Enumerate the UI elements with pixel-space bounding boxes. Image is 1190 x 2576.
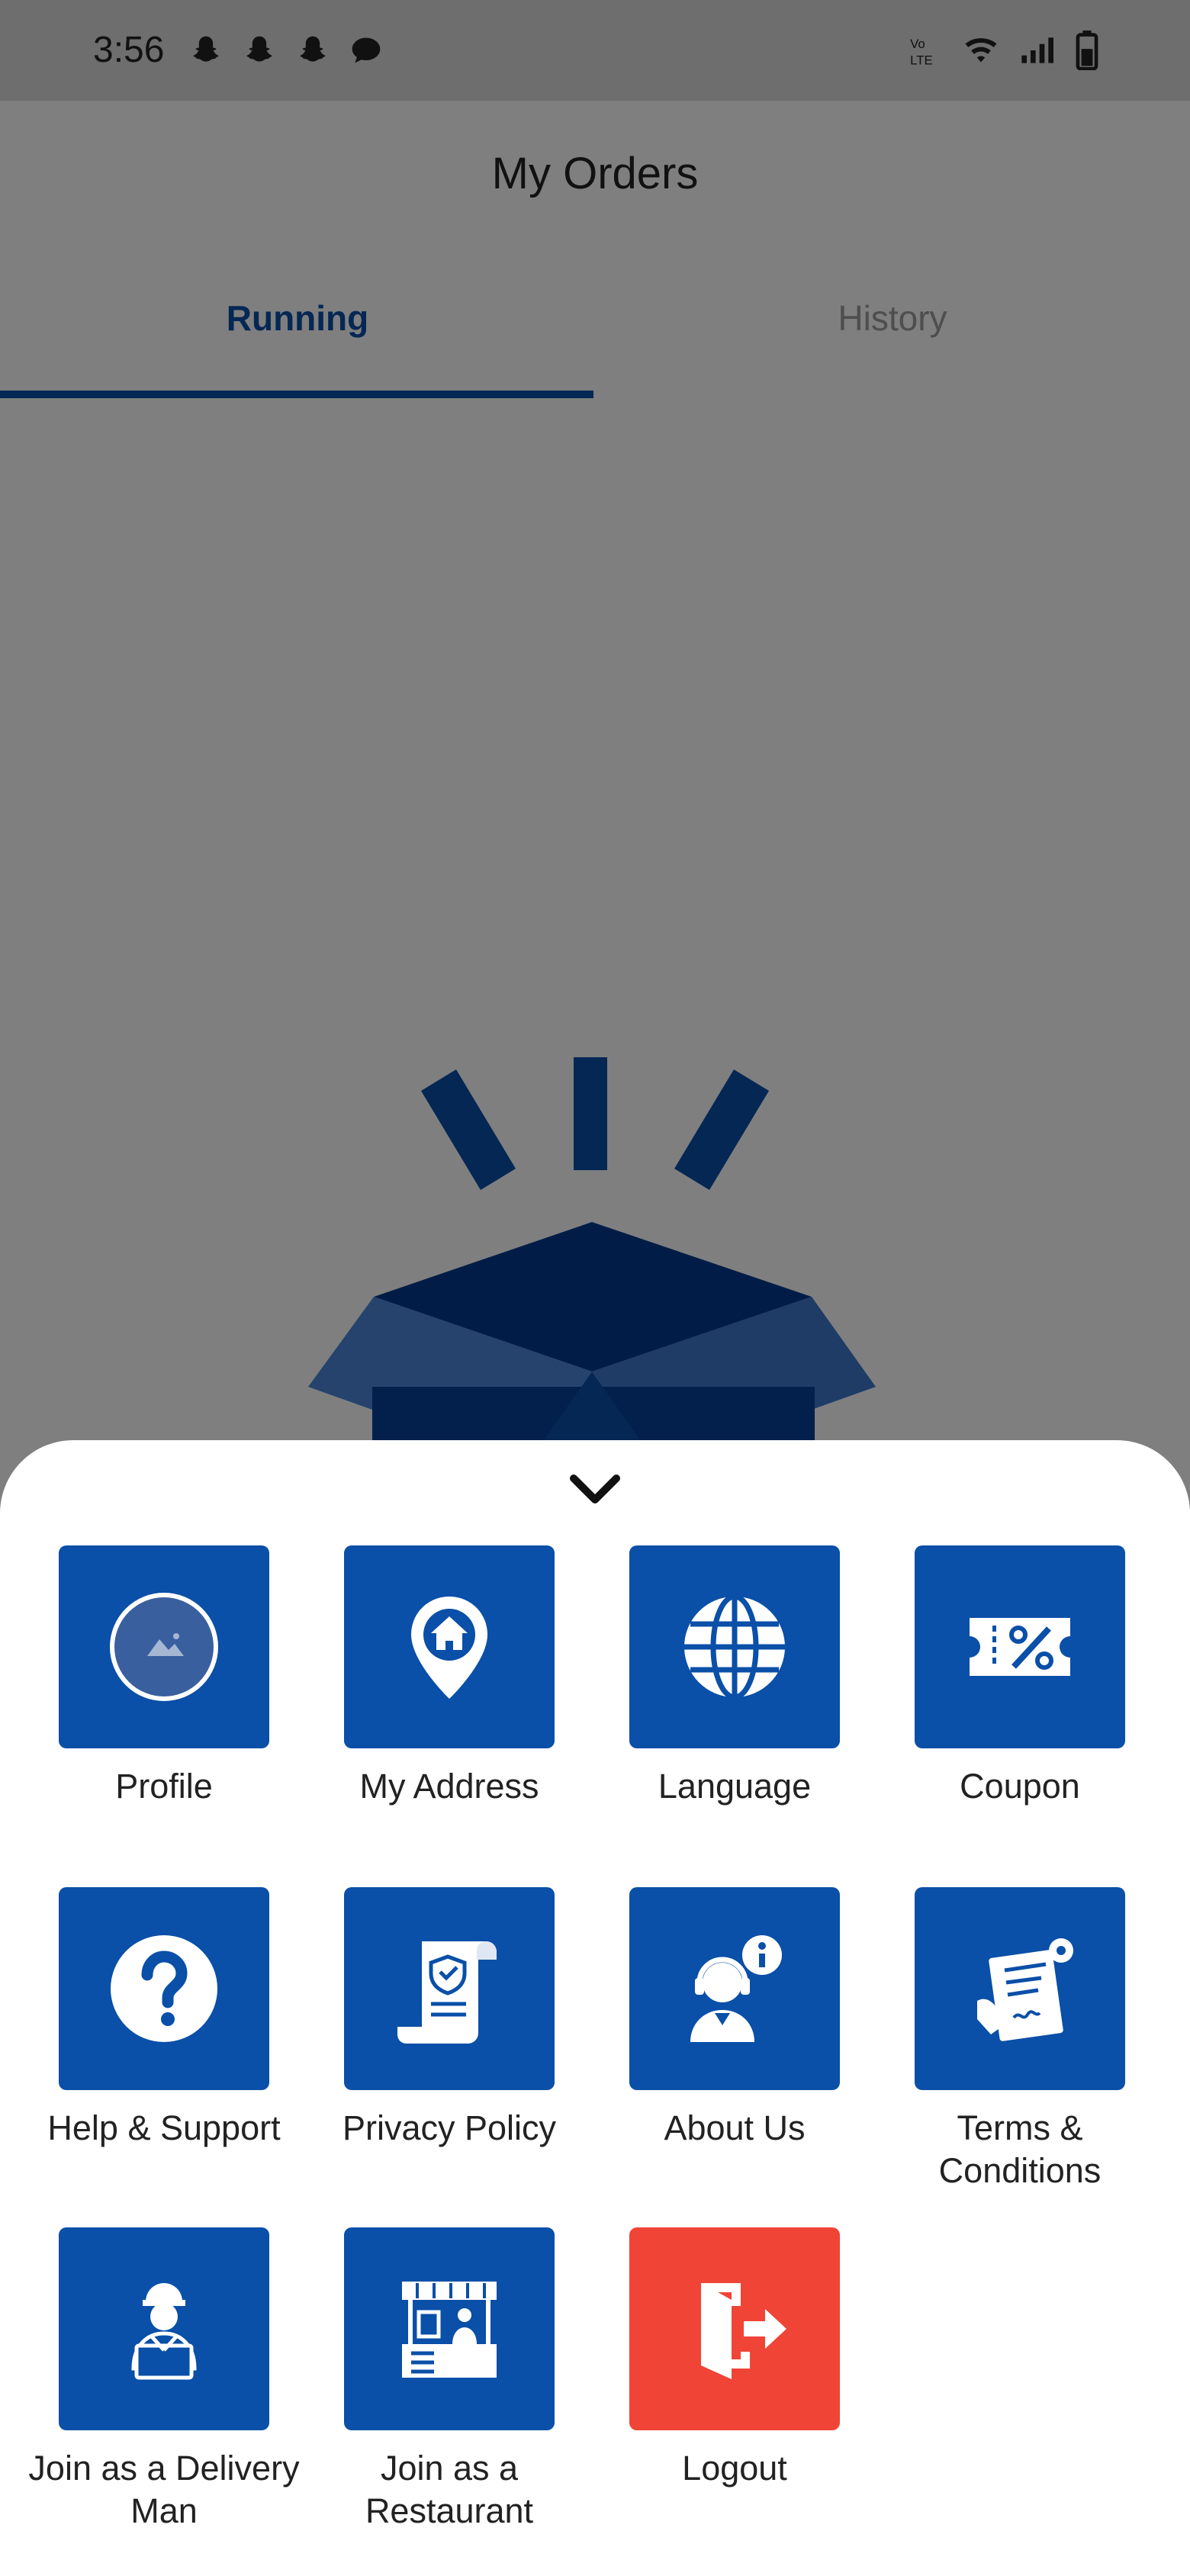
chevron-down-icon[interactable] [566,1468,624,1510]
menu-tile[interactable] [629,1887,840,2090]
menu-tile[interactable] [344,1887,555,2090]
logout-door-icon [701,2283,786,2379]
menu-item-logout[interactable]: Logout [592,2227,877,2490]
menu-bottom-sheet: Profile My Address Language Coupon Help … [0,1440,1190,2576]
menu-item-label: Logout [682,2449,787,2488]
home-location-pin-icon [411,1597,487,1699]
menu-item-privacy-policy[interactable]: Privacy Policy [307,1887,592,2150]
menu-item-coupon[interactable]: Coupon [877,1545,1163,1808]
menu-item-terms-conditions[interactable]: Terms & Conditions [877,1887,1163,2192]
menu-item-label: Profile [115,1767,213,1806]
support-agent-info-icon [690,1935,782,2042]
globe-icon [684,1594,785,1700]
menu-item-profile[interactable]: Profile [21,1545,307,1808]
menu-tile[interactable] [59,1887,269,2090]
question-icon [111,1935,217,2042]
menu-tile[interactable] [629,2227,840,2430]
menu-item-label: Coupon [960,1767,1080,1806]
restaurant-stall-icon [402,2282,497,2378]
menu-item-label: My Address [359,1767,539,1806]
menu-item-label: Language [658,1767,812,1806]
menu-item-my-address[interactable]: My Address [307,1545,592,1808]
profile-avatar-icon [110,1593,218,1701]
menu-tile[interactable] [344,1545,555,1748]
menu-tile[interactable] [59,1545,269,1748]
menu-tile[interactable] [344,2227,555,2430]
delivery-man-icon [131,2283,197,2380]
menu-tile[interactable] [915,1545,1125,1748]
menu-item-join-delivery-man[interactable]: Join as a Delivery Man [21,2227,307,2533]
menu-tile[interactable] [59,2227,269,2430]
menu-tile[interactable] [629,1545,840,1748]
menu-item-label: Privacy Policy [342,2108,557,2147]
menu-item-help-support[interactable]: Help & Support [21,1887,307,2150]
terms-document-icon [977,1938,1073,2041]
menu-item-label: Join as a Restaurant [365,2449,534,2530]
privacy-policy-icon [397,1941,497,2044]
menu-item-join-restaurant[interactable]: Join as a Restaurant [307,2227,592,2533]
menu-item-label: About Us [664,2108,806,2147]
menu-tile[interactable] [915,1887,1125,2090]
menu-item-label: Help & Support [47,2108,281,2147]
menu-item-label: Terms & Conditions [938,2108,1102,2190]
menu-item-about-us[interactable]: About Us [592,1887,877,2150]
menu-item-label: Join as a Delivery Man [28,2449,300,2530]
menu-item-language[interactable]: Language [592,1545,877,1808]
coupon-icon [970,1618,1070,1676]
